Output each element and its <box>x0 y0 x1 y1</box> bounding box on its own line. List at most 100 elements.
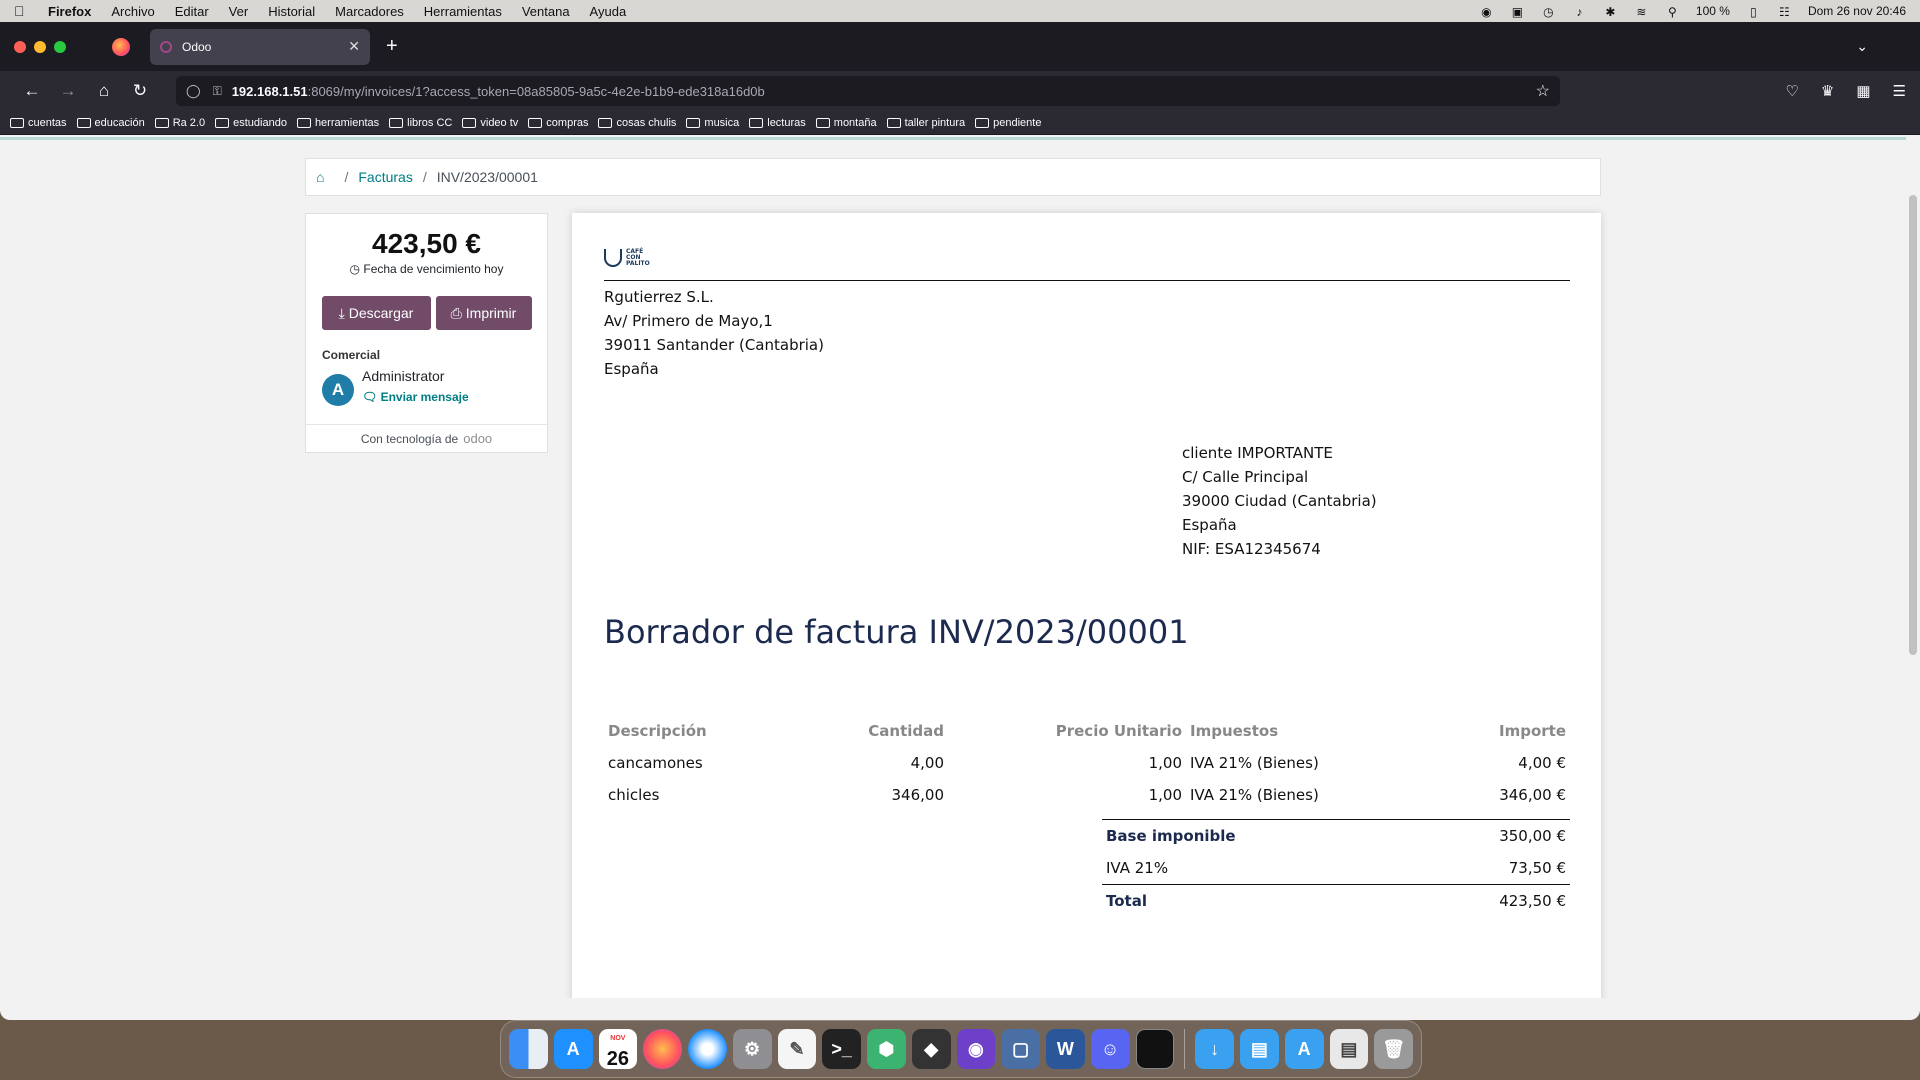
download-button[interactable]: ⤓ Descargar <box>321 296 431 330</box>
github-desktop-icon[interactable]: ◉ <box>956 1029 996 1069</box>
folder-icon <box>749 117 764 128</box>
tracking-shield-icon[interactable]: ◯ <box>186 83 201 99</box>
scrollbar-thumb[interactable] <box>1909 195 1917 655</box>
battery-icon[interactable]: ▯ <box>1746 5 1761 19</box>
menubar-clock[interactable]: Dom 26 nov 20:46 <box>1808 4 1906 18</box>
client-address: cliente IMPORTANTE C/ Calle Principal 39… <box>1182 441 1377 561</box>
bookmark-folder[interactable]: cuentas <box>10 117 67 129</box>
safari-icon[interactable] <box>688 1029 727 1069</box>
scanner-icon[interactable]: ▤ <box>1329 1029 1369 1069</box>
bookmark-folder[interactable]: educación <box>76 117 145 129</box>
spotlight-search-icon[interactable]: ⚲ <box>1665 5 1680 19</box>
tab-odoo[interactable]: Odoo ✕ <box>150 28 370 65</box>
menu-editar[interactable]: Editar <box>175 4 209 19</box>
headphones-icon[interactable]: ♪ <box>1572 5 1587 19</box>
site-info-icon[interactable]: ⚿ <box>213 84 222 99</box>
g-status-icon[interactable]: ◉ <box>1479 5 1494 19</box>
folder-icon <box>815 117 830 128</box>
wifi-icon[interactable]: ≋ <box>1634 5 1649 19</box>
menu-app-name[interactable]: Firefox <box>48 4 91 19</box>
bookmark-label: Ra 2.0 <box>172 116 206 129</box>
word-icon[interactable]: W <box>1046 1029 1085 1069</box>
url-bar[interactable]: ◯ ⚿ 192.168.1.51 :8069/my/invoices/1?acc… <box>176 76 1560 106</box>
close-window-button[interactable] <box>14 40 26 53</box>
app-store-icon[interactable]: A <box>553 1029 593 1069</box>
pocket-icon[interactable]: ♡ <box>1785 82 1798 100</box>
back-icon[interactable]: ← <box>14 81 50 101</box>
bookmark-folder[interactable]: video tv <box>462 117 518 129</box>
list-all-tabs-icon[interactable]: ⌄ <box>1856 38 1868 55</box>
close-tab-icon[interactable]: ✕ <box>348 38 360 55</box>
bookmark-label: libros CC <box>407 116 453 129</box>
table-row: chicles 346,00 1,00 IVA 21% (Bienes) 346… <box>604 779 1570 811</box>
home-icon[interactable]: ⌂ <box>86 81 122 101</box>
display-icon[interactable]: ▣ <box>1510 5 1525 19</box>
time-machine-icon[interactable]: ◷ <box>1541 5 1556 19</box>
minimize-window-button[interactable] <box>34 40 46 53</box>
menu-marcadores[interactable]: Marcadores <box>335 4 404 19</box>
line-description: chicles <box>608 786 660 804</box>
system-settings-icon[interactable]: ⚙ <box>732 1029 772 1069</box>
odoo-logo[interactable]: odoo <box>463 431 492 446</box>
trash-icon[interactable]: 🗑 <box>1374 1029 1414 1069</box>
bookmark-folder[interactable]: Ra 2.0 <box>154 116 206 129</box>
calendar-icon[interactable]: NOV 26 <box>598 1029 638 1069</box>
menu-archivo[interactable]: Archivo <box>111 4 154 19</box>
applications-folder-icon[interactable]: A <box>1284 1029 1324 1069</box>
subtotal-value: 350,00 € <box>1499 827 1566 845</box>
downloads-folder-icon[interactable]: ↓ <box>1195 1029 1235 1069</box>
console-icon[interactable] <box>1135 1029 1175 1069</box>
textedit-icon[interactable]: ✎ <box>777 1029 817 1069</box>
extension-icon[interactable]: ♛ <box>1821 82 1834 100</box>
menu-historial[interactable]: Historial <box>268 4 315 19</box>
send-message-link[interactable]: 🗨 Enviar mensaje <box>362 390 469 404</box>
apple-icon[interactable]:  <box>14 3 30 19</box>
bookmark-folder[interactable]: lecturas <box>749 117 806 129</box>
terminal-icon[interactable]: >_ <box>822 1029 861 1069</box>
bookmark-folder[interactable]: taller pintura <box>886 117 965 129</box>
folder-icon <box>76 117 91 128</box>
firefox-view-icon[interactable] <box>112 37 130 56</box>
zoom-window-button[interactable] <box>54 40 66 53</box>
documents-folder-icon[interactable]: ▤ <box>1240 1029 1279 1069</box>
firefox-icon[interactable] <box>643 1029 682 1069</box>
menu-ayuda[interactable]: Ayuda <box>590 4 627 19</box>
forward-icon[interactable]: → <box>50 81 86 101</box>
menu-hamburger-icon[interactable]: ☰ <box>1893 82 1906 100</box>
breadcrumb-facturas-link[interactable]: Facturas <box>358 169 412 185</box>
reload-icon[interactable]: ↻ <box>122 81 158 101</box>
folder-icon <box>975 117 990 128</box>
finder-icon[interactable] <box>509 1029 548 1069</box>
bookmark-folder[interactable]: musica <box>686 117 739 129</box>
bookmark-label: cuentas <box>28 116 67 129</box>
tax-label: IVA 21% <box>1106 859 1169 877</box>
new-tab-button[interactable]: + <box>386 35 398 58</box>
bookmark-folder[interactable]: montaña <box>815 117 877 129</box>
discord-icon[interactable]: ☺ <box>1090 1029 1130 1069</box>
client-street: C/ Calle Principal <box>1182 468 1309 486</box>
bookmark-folder[interactable]: libros CC <box>389 117 452 129</box>
bluetooth-icon[interactable]: ✱ <box>1603 5 1618 19</box>
bookmark-folder[interactable]: herramientas <box>296 117 379 129</box>
extensions-puzzle-icon[interactable]: ▦ <box>1856 82 1870 100</box>
menu-herramientas[interactable]: Herramientas <box>424 4 502 19</box>
bookmark-folder[interactable]: compras <box>528 117 588 129</box>
bookmarks-toolbar: cuentas educación Ra 2.0 estudiando herr… <box>0 111 1920 135</box>
unity-icon[interactable]: ◆ <box>911 1029 951 1069</box>
header-divider <box>604 280 1570 281</box>
cube-app-icon[interactable]: ⬢ <box>867 1029 906 1069</box>
home-icon[interactable]: ⌂ <box>316 169 324 185</box>
breadcrumb: ⌂ / Facturas / INV/2023/00001 <box>305 158 1601 196</box>
bookmark-folder[interactable]: estudiando <box>215 117 287 129</box>
invoice-sidebar: 423,50 € ◷ Fecha de vencimiento hoy ⤓ De… <box>305 213 548 453</box>
bookmark-star-icon[interactable]: ☆ <box>1536 81 1550 101</box>
menu-ventana[interactable]: Ventana <box>522 4 570 19</box>
virtualbox-icon[interactable]: ▢ <box>1001 1029 1040 1069</box>
bookmark-folder[interactable]: pendiente <box>975 117 1041 129</box>
bookmark-folder[interactable]: cosas chulis <box>598 117 676 129</box>
control-center-icon[interactable]: ☷ <box>1777 5 1792 19</box>
print-button[interactable]: ⎙ Imprimir <box>435 296 532 330</box>
header-taxes: Impuestos <box>1190 722 1279 740</box>
page-scrollbar[interactable] <box>1906 137 1920 998</box>
menu-ver[interactable]: Ver <box>229 4 249 19</box>
